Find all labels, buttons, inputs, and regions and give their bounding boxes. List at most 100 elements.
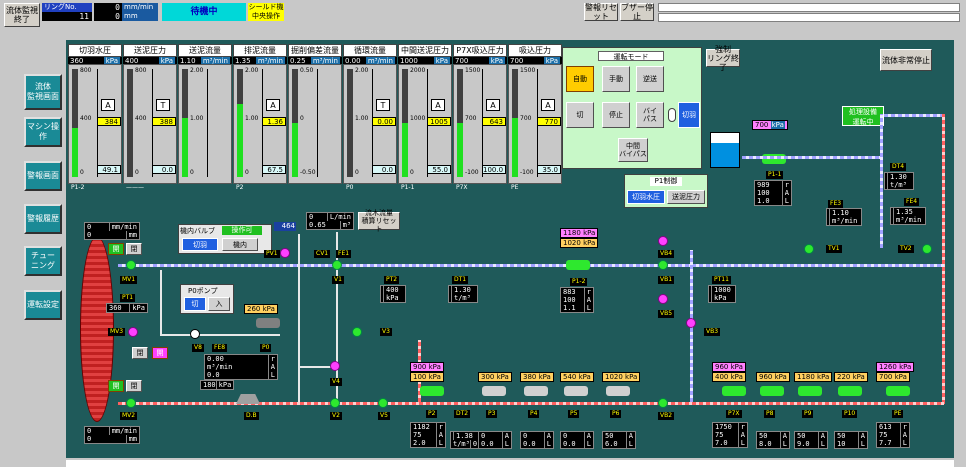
mid-bypass-button[interactable]: 中間 バイパス bbox=[618, 138, 648, 162]
dt4-label: DT4 bbox=[890, 163, 907, 171]
inner-valve-inner-button[interactable]: 機内 bbox=[222, 238, 258, 251]
gauge-mode[interactable]: A bbox=[486, 99, 500, 111]
mv1-open-button[interactable]: 開 bbox=[108, 243, 124, 255]
p7x-pressure2: 400 kPa bbox=[712, 372, 746, 382]
message-line-1 bbox=[658, 3, 960, 12]
v2-valve[interactable] bbox=[330, 398, 340, 408]
p1-feed-pressure-button[interactable]: 送泥圧力 bbox=[667, 190, 705, 204]
gauge-mode[interactable]: A bbox=[266, 99, 280, 111]
gauge-output: 0.0 bbox=[372, 165, 396, 174]
gauge-fill bbox=[512, 117, 518, 177]
tv2-valve[interactable] bbox=[922, 244, 932, 254]
off-button[interactable]: 切 bbox=[566, 102, 594, 128]
pipe-right-vertical bbox=[880, 114, 883, 248]
pv1-valve[interactable] bbox=[280, 248, 290, 258]
v3-valve[interactable] bbox=[352, 327, 362, 337]
dt1-readout: 1.30 t/m³ bbox=[448, 285, 478, 303]
pt1-readout: 360 kPa bbox=[106, 303, 148, 313]
dt2-label: DT2 bbox=[454, 410, 471, 418]
gauge-mode[interactable]: A bbox=[431, 99, 445, 111]
nav-tuning[interactable]: チュー ニング bbox=[24, 246, 62, 276]
gauge-mode[interactable]: A bbox=[101, 99, 115, 111]
gauge-body: 1500 700 -100 A 770 35.0 bbox=[508, 64, 562, 184]
p2-pressure1: 900 kPa bbox=[410, 362, 444, 372]
gauge-2: 送泥流量 1.10 m³/min 2.00 1.00 0 bbox=[178, 44, 232, 196]
gauge-title: 送泥圧力 bbox=[123, 44, 177, 57]
top-dist-unit: mm bbox=[122, 12, 158, 21]
gauge-output: 0.0 bbox=[152, 165, 176, 174]
gauge-mode[interactable]: T bbox=[376, 99, 390, 111]
pipe-feed-line bbox=[118, 264, 944, 267]
p0-off-button[interactable]: 切 bbox=[184, 297, 206, 311]
nav-alarm[interactable]: 警報画面 bbox=[24, 161, 62, 191]
pe-readout: 613 r 75 A 7.7 L bbox=[876, 422, 910, 448]
vb2-valve[interactable] bbox=[658, 398, 668, 408]
pump-label: P4 bbox=[528, 410, 540, 418]
v1-valve[interactable] bbox=[332, 260, 342, 270]
fe1-label: FE1 bbox=[336, 250, 352, 258]
message-line-2 bbox=[658, 13, 960, 22]
manual-button[interactable]: 手動 bbox=[602, 66, 630, 92]
gauge-body: 2.00 1.00 0 bbox=[178, 64, 232, 184]
mv3-valve[interactable] bbox=[128, 327, 138, 337]
bypass-button[interactable]: バイ パス bbox=[636, 102, 664, 128]
inner-valve-face-button[interactable]: 切羽 bbox=[182, 238, 218, 251]
inner-valve-value: 464 bbox=[274, 222, 296, 231]
buzzer-stop-button[interactable]: ブザー停止 bbox=[620, 3, 654, 21]
fe3-readout: 1.10 m³/min bbox=[826, 208, 862, 226]
p1-face-pressure-button[interactable]: 切羽水圧 bbox=[627, 190, 665, 204]
vb1-valve[interactable] bbox=[658, 260, 668, 270]
gauge-setpoint: 384 bbox=[97, 117, 121, 126]
gauge-bot-scale: 0 bbox=[355, 169, 359, 176]
pump-label: P5 bbox=[568, 410, 580, 418]
mv3-close-button[interactable]: 閉 bbox=[132, 347, 148, 359]
mv3-open-button[interactable]: 開 bbox=[152, 347, 168, 359]
mv2-valve[interactable] bbox=[126, 398, 136, 408]
nav-fluid-monitor[interactable]: 流体 監視画面 bbox=[24, 74, 62, 110]
vb5-valve[interactable] bbox=[658, 294, 668, 304]
mv1-close-button[interactable]: 閉 bbox=[126, 243, 142, 255]
gauge-fill bbox=[182, 117, 188, 177]
mv2-open-button[interactable]: 開 bbox=[108, 380, 124, 392]
v5-valve[interactable] bbox=[378, 398, 388, 408]
nav-run-settings[interactable]: 運転設定 bbox=[24, 290, 62, 320]
v4-valve[interactable] bbox=[330, 361, 340, 371]
gauge-mode[interactable]: T bbox=[156, 99, 170, 111]
dt4-readout: 1.30 t/m³ bbox=[884, 172, 914, 190]
gauge-mid-scale: 1000 bbox=[410, 115, 426, 122]
fe4-label: FE4 bbox=[904, 198, 920, 206]
pipe-v-vertical bbox=[298, 234, 300, 402]
gauge-fill bbox=[402, 123, 408, 177]
gauge-4: 掘削偏差流量 0.25 m³/min 0.50 0 -0.50 bbox=[288, 44, 342, 196]
gauge-body: 800 400 0 T 388 0.0 bbox=[123, 64, 177, 184]
pump-label: P10 bbox=[842, 410, 858, 418]
p0-on-button[interactable]: 入 bbox=[208, 297, 230, 311]
gauge-bot-scale: -0.50 bbox=[300, 169, 316, 176]
nav-alarm-history[interactable]: 警報履歴 bbox=[24, 204, 62, 234]
fluid-emergency-stop-button[interactable]: 流体非常停止 bbox=[880, 49, 932, 71]
nav-machine-op[interactable]: マシン操作 bbox=[24, 117, 62, 147]
forced-ring-end-button[interactable]: 強制 リング終了 bbox=[706, 45, 740, 72]
mv2-close-button[interactable]: 閉 bbox=[126, 380, 142, 392]
pump-p2-icon bbox=[420, 386, 444, 396]
gauge-mode[interactable]: A bbox=[541, 99, 555, 111]
p1-2-pressure1: 1180 kPa bbox=[560, 228, 599, 238]
end-monitor-button[interactable]: 流体監視 終了 bbox=[4, 3, 40, 27]
tv1-valve[interactable] bbox=[804, 244, 814, 254]
mv1-valve[interactable] bbox=[126, 260, 136, 270]
cv1-label: CV1 bbox=[314, 250, 331, 258]
alarm-reset-button[interactable]: 警報リセット bbox=[584, 3, 618, 21]
vb4-valve[interactable] bbox=[658, 236, 668, 246]
auto-button[interactable]: 自動 bbox=[566, 66, 594, 92]
vb3-valve[interactable] bbox=[686, 318, 696, 328]
pump-icon bbox=[798, 386, 822, 396]
reverse-button[interactable]: 逆送 bbox=[636, 66, 664, 92]
face-mode-button[interactable]: 切羽 bbox=[678, 102, 700, 128]
flow-reset-button[interactable]: 流木流量 積算リセット bbox=[358, 209, 400, 233]
gauge-label: P0 bbox=[346, 184, 354, 191]
gauge-label: P2 bbox=[236, 184, 244, 191]
gauge-fill bbox=[457, 123, 463, 177]
gauge-top-scale: 800 bbox=[80, 67, 92, 74]
gauge-output: 67.5 bbox=[262, 165, 286, 174]
stop-button[interactable]: 停止 bbox=[602, 102, 630, 128]
